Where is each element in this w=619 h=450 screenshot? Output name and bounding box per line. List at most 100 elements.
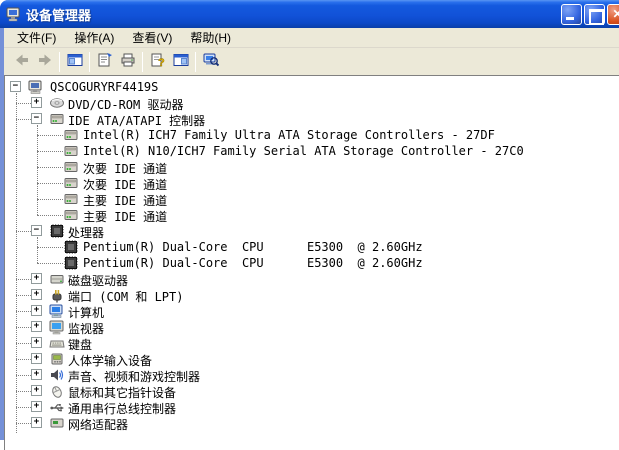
tree-item[interactable]: 主要 IDE 通道 — [5, 207, 612, 223]
expand-toggle[interactable]: + — [31, 97, 42, 108]
tree-item[interactable]: +计算机 — [5, 303, 612, 319]
help-button[interactable]: ? — [146, 51, 169, 73]
ide-controller-icon — [63, 127, 79, 143]
tree-item[interactable]: +键盘 — [5, 335, 612, 351]
collapse-toggle[interactable]: − — [31, 225, 42, 236]
tree-item[interactable]: Pentium(R) Dual-Core CPU E5300 @ 2.60GHz — [5, 239, 612, 255]
tree-item[interactable]: +网络适配器 — [5, 415, 612, 431]
scan-computer-icon — [203, 52, 219, 71]
tree-item[interactable]: Intel(R) N10/ICH7 Family Serial ATA Stor… — [5, 143, 612, 159]
expand-toggle[interactable]: + — [31, 305, 42, 316]
tree-item[interactable]: 次要 IDE 通道 — [5, 175, 612, 191]
tree-connector — [16, 391, 31, 392]
expand-toggle[interactable]: + — [31, 289, 42, 300]
tree-item[interactable]: +声音、视频和游戏控制器 — [5, 367, 612, 383]
tree-item[interactable]: +监视器 — [5, 319, 612, 335]
tree-connector — [16, 295, 31, 296]
menu-bar: 文件(F)操作(A)查看(V)帮助(H) — [4, 28, 619, 48]
device-manager-window: 设备管理器 文件(F)操作(A)查看(V)帮助(H) ? − QSCOGURYRF… — [0, 0, 619, 440]
ide-controller-icon — [49, 111, 65, 127]
scan-hardware-button[interactable] — [199, 51, 222, 73]
expand-toggle[interactable]: + — [31, 353, 42, 364]
expand-toggle[interactable]: + — [31, 401, 42, 412]
processor-icon — [63, 255, 79, 271]
properties-icon — [97, 52, 113, 71]
maximize-button[interactable] — [584, 4, 605, 25]
help-icon: ? — [150, 52, 166, 71]
tree-connector — [37, 135, 63, 136]
tree-item[interactable]: − QSCOGURYRF4419S — [5, 79, 612, 95]
toolbar-separator — [59, 52, 60, 72]
toolbar: ? — [4, 48, 619, 75]
ide-controller-icon — [63, 191, 79, 207]
tree-connector — [37, 263, 63, 264]
tree-item-label: QSCOGURYRF4419S — [50, 80, 158, 94]
ide-controller-icon — [63, 159, 79, 175]
tree-item-label: Intel(R) ICH7 Family Ultra ATA Storage C… — [83, 128, 495, 142]
tree-connector — [37, 247, 63, 248]
tree-connector — [16, 279, 31, 280]
ports-icon — [49, 287, 65, 303]
tree-item[interactable]: Pentium(R) Dual-Core CPU E5300 @ 2.60GHz — [5, 255, 612, 271]
menu-item-3[interactable]: 帮助(H) — [181, 27, 240, 48]
tree-item[interactable]: +通用串行总线控制器 — [5, 399, 612, 415]
tree-item[interactable]: 主要 IDE 通道 — [5, 191, 612, 207]
tree-connector — [16, 343, 31, 344]
tree-item[interactable]: +DVD/CD-ROM 驱动器 — [5, 95, 612, 111]
tree-item-label: Pentium(R) Dual-Core CPU E5300 @ 2.60GHz — [83, 240, 423, 254]
collapse-toggle[interactable]: − — [31, 113, 42, 124]
tree-connector — [16, 103, 31, 104]
tree-connector — [37, 183, 63, 184]
expand-toggle[interactable]: + — [31, 369, 42, 380]
device-manager-icon — [6, 6, 22, 22]
tree-item[interactable]: Intel(R) ICH7 Family Ultra ATA Storage C… — [5, 127, 612, 143]
keyboard-icon — [49, 335, 65, 351]
expand-toggle[interactable]: + — [31, 337, 42, 348]
tree-connector — [16, 359, 31, 360]
expand-toggle[interactable]: + — [31, 273, 42, 284]
ide-controller-icon — [63, 143, 79, 159]
tree-connector — [16, 119, 31, 120]
tree-connector — [37, 215, 63, 216]
window-title: 设备管理器 — [26, 5, 91, 24]
tree-connector — [16, 311, 31, 312]
tree-item[interactable]: −处理器 — [5, 223, 612, 239]
show-console-tree-button[interactable] — [63, 51, 86, 73]
close-button[interactable] — [607, 4, 619, 25]
hid-icon — [49, 351, 65, 367]
sound-icon — [49, 367, 65, 383]
cd-drive-icon — [49, 95, 65, 111]
toolbar-separator — [89, 52, 90, 72]
processor-icon — [63, 239, 79, 255]
arrow-right-icon — [37, 52, 53, 71]
svg-text:?: ? — [158, 57, 165, 68]
arrow-left-icon — [14, 52, 30, 71]
toolbar-separator — [142, 52, 143, 72]
tree-item[interactable]: +人体学输入设备 — [5, 351, 612, 367]
tree-connector — [16, 375, 31, 376]
tree-item-label: 网络适配器 — [68, 416, 128, 433]
tree-connector — [16, 423, 31, 424]
menu-item-2[interactable]: 查看(V) — [123, 27, 181, 48]
ide-controller-icon — [63, 175, 79, 191]
print-button[interactable] — [116, 51, 139, 73]
menu-item-0[interactable]: 文件(F) — [8, 27, 65, 48]
expand-toggle[interactable]: + — [31, 385, 42, 396]
menu-item-1[interactable]: 操作(A) — [65, 27, 123, 48]
tree-item[interactable]: +磁盘驱动器 — [5, 271, 612, 287]
tree-connector — [16, 327, 31, 328]
usb-icon — [49, 399, 65, 415]
collapse-toggle[interactable]: − — [10, 81, 21, 92]
show-action-pane-button[interactable] — [169, 51, 192, 73]
title-bar[interactable]: 设备管理器 — [0, 0, 619, 28]
ide-controller-icon — [63, 207, 79, 223]
tree-connector — [37, 167, 63, 168]
tree-item[interactable]: 次要 IDE 通道 — [5, 159, 612, 175]
forward-button — [33, 51, 56, 73]
tree-item[interactable]: +鼠标和其它指针设备 — [5, 383, 612, 399]
tree-item[interactable]: −IDE ATA/ATAPI 控制器 — [5, 111, 612, 127]
expand-toggle[interactable]: + — [31, 321, 42, 332]
tree-item[interactable]: +端口 (COM 和 LPT) — [5, 287, 612, 303]
minimize-button[interactable] — [561, 4, 582, 25]
properties-button[interactable] — [93, 51, 116, 73]
